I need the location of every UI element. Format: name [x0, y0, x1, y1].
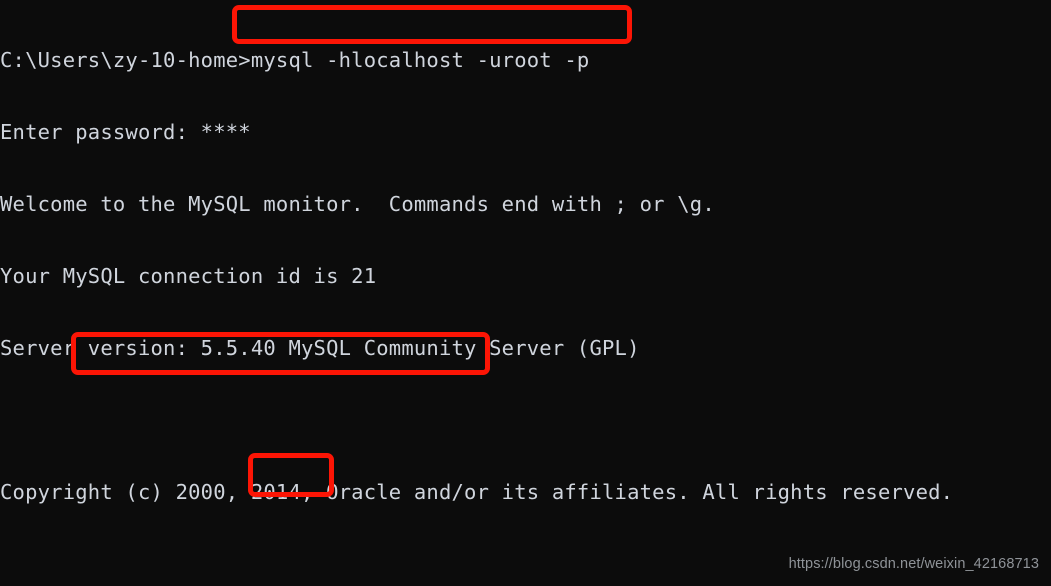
- terminal-line-blank-1: [0, 408, 1051, 432]
- terminal-line-server-version: Server version: 5.5.40 MySQL Community S…: [0, 336, 640, 360]
- command-prompt-window[interactable]: C:\Users\zy-10-home>mysql -hlocalhost -u…: [0, 0, 1051, 586]
- terminal-output[interactable]: C:\Users\zy-10-home>mysql -hlocalhost -u…: [0, 0, 1051, 586]
- terminal-line-copyright: Copyright (c) 2000, 2014, Oracle and/or …: [0, 480, 954, 504]
- watermark-text: https://blog.csdn.net/weixin_42168713: [788, 556, 1039, 572]
- terminal-line-prompt-command: C:\Users\zy-10-home>mysql -hlocalhost -u…: [0, 48, 590, 72]
- terminal-line-connection-id: Your MySQL connection id is 21: [0, 264, 377, 288]
- terminal-line-password-prompt: Enter password: ****: [0, 120, 251, 144]
- terminal-line-welcome: Welcome to the MySQL monitor. Commands e…: [0, 192, 715, 216]
